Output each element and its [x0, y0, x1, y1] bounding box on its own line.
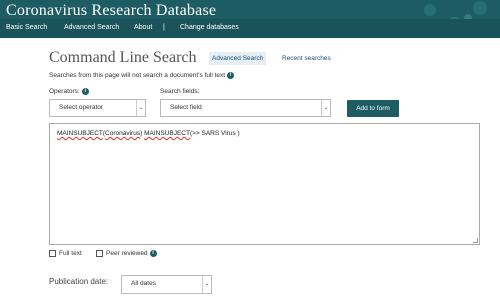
field-select-value: Select field [170, 104, 202, 111]
peer-reviewed-label: Peer reviewed i [106, 250, 157, 257]
note-text: Searches from this page will not search … [49, 72, 226, 80]
publication-date-value: All dates [131, 280, 156, 287]
query-term: Coronavirus [105, 130, 141, 137]
full-text-label: Full text [59, 250, 82, 257]
query-keyword: MAINSUBJECT [144, 130, 190, 137]
operators-label: Operators: i [49, 88, 89, 95]
nav-about[interactable]: About [134, 24, 152, 31]
info-icon[interactable]: i [81, 88, 89, 95]
info-icon[interactable]: i [227, 72, 235, 79]
app-title: Coronavirus Research Database [6, 2, 217, 19]
operator-select[interactable]: Select operator ⌄ [49, 99, 146, 117]
tab-recent-searches[interactable]: Recent searches [282, 52, 331, 65]
nav-basic-search[interactable]: Basic Search [6, 24, 47, 31]
header-bar: Coronavirus Research Database Basic Sear… [0, 0, 500, 38]
query-term-2: (>> SARS Virus ) [189, 130, 240, 137]
search-fields-label: Search fields: [160, 88, 200, 95]
query-keyword: MAINSUBJECT [57, 130, 103, 137]
main-nav: Basic Search Advanced Search About | Cha… [0, 19, 500, 38]
nav-separator: | [163, 24, 165, 31]
publication-date-label: Publication date: [49, 277, 109, 286]
chevron-down-icon: ⌄ [202, 276, 211, 293]
resize-handle[interactable] [473, 238, 478, 243]
operator-select-value: Select operator [59, 104, 104, 111]
peer-reviewed-checkbox[interactable] [96, 250, 103, 257]
operators-label-text: Operators: [49, 88, 80, 96]
nav-advanced-search[interactable]: Advanced Search [64, 24, 119, 31]
chevron-down-icon: ⌄ [321, 100, 330, 116]
info-icon[interactable]: i [149, 250, 157, 257]
nav-change-databases[interactable]: Change databases [180, 24, 239, 31]
add-to-form-button[interactable]: Add to form [347, 100, 399, 117]
field-select[interactable]: Select field ⌄ [160, 99, 331, 117]
full-text-note: Searches from this page will not search … [49, 72, 235, 80]
publication-date-select[interactable]: All dates ⌄ [121, 275, 212, 294]
full-text-checkbox[interactable] [49, 250, 56, 257]
chevron-down-icon: ⌄ [136, 100, 145, 116]
peer-reviewed-text: Peer reviewed [106, 250, 148, 258]
query-text: MAINSUBJECT(Coronavirus) MAINSUBJECT(>> … [57, 130, 240, 137]
query-textarea[interactable]: MAINSUBJECT(Coronavirus) MAINSUBJECT(>> … [49, 123, 480, 245]
tab-advanced-search[interactable]: Advanced Search [209, 52, 267, 65]
page-title: Command Line Search [49, 49, 197, 66]
